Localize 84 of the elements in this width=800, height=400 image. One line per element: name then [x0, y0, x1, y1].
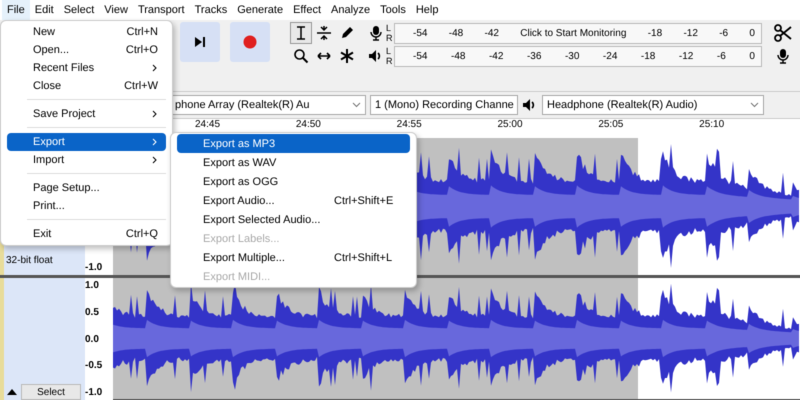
scissors-icon[interactable] [774, 24, 792, 42]
combo-text: 1 (Mono) Recording Channe [375, 99, 514, 111]
menu-item[interactable]: Recent Files [7, 59, 166, 77]
collapse-icon[interactable] [6, 387, 18, 397]
skip-to-end-icon [192, 34, 208, 50]
meter-tick-label: -54 [413, 50, 428, 62]
menu-item[interactable]: Select [58, 0, 100, 20]
menu-item[interactable]: Close Ctrl+W [7, 77, 166, 95]
time-label: 25:10 [699, 119, 726, 131]
channel-label: L [386, 46, 392, 56]
menu-item[interactable]: Exit Ctrl+Q [7, 225, 166, 243]
meter-tick-label: -12 [683, 28, 698, 38]
combo-text: phone Array (Realtek(R) Au [175, 99, 310, 111]
menu-item[interactable]: File [2, 0, 30, 20]
meter-tick-label: -24 [602, 50, 618, 62]
menu-item[interactable]: Generate [232, 0, 288, 20]
meter-tick-label: -48 [448, 28, 464, 38]
skip-to-end-button[interactable] [180, 22, 220, 62]
ruler-label: 0.5 [85, 306, 100, 318]
meter-tick-label: -48 [450, 50, 466, 62]
menu-item[interactable]: Tracks [190, 0, 232, 20]
time-label: 25:00 [497, 119, 524, 131]
meter-tick-label: -30 [564, 50, 580, 62]
menu-item[interactable]: Transport [132, 0, 190, 20]
sample-format-label: 32-bit float [6, 255, 53, 266]
menu-item[interactable]: Help [410, 0, 444, 20]
meter-tick-label: -12 [678, 50, 694, 62]
meter-tick-label: -42 [484, 28, 499, 38]
ruler-label: 0.0 [85, 334, 100, 344]
time-label: 25:05 [598, 119, 624, 131]
menu-item[interactable]: Edit [30, 0, 59, 20]
time-label: 24:50 [296, 119, 322, 131]
meter-tick-label: -18 [648, 28, 662, 38]
zoom-icon [293, 48, 309, 64]
channel-label: L [386, 23, 392, 33]
channel-label: R [386, 33, 394, 43]
menu-item[interactable]: Export Audio... Ctrl+Shift+E [177, 191, 410, 210]
time-label: 24:45 [195, 119, 222, 131]
combo-text: Headphone (Realtek(R) Audio) [547, 99, 698, 111]
meter-tick-label: 0 [749, 50, 755, 62]
meter-tick-label: -54 [413, 28, 428, 38]
menu-item[interactable]: Export [7, 133, 166, 151]
menu-item[interactable]: Page Setup... [7, 179, 166, 197]
asterisk-icon [339, 48, 355, 64]
channels-dropdown[interactable]: 1 (Mono) Recording Channe [370, 95, 518, 115]
menu-item[interactable]: Import [7, 151, 166, 169]
ruler-label: -1.0 [85, 262, 104, 273]
menu-item[interactable]: Export as WAV [177, 153, 410, 172]
level-meter[interactable]: -54 -48 -42 Click to Start Monitoring -18 -12 -6 0 [394, 22, 762, 44]
menu-item[interactable]: Analyze [326, 0, 376, 20]
select-button[interactable]: Select [21, 384, 81, 400]
ruler-label: -1.0 [85, 387, 104, 398]
microphone-icon[interactable] [368, 25, 384, 41]
record-icon [242, 34, 258, 50]
channel-label: R [386, 56, 394, 66]
menu-item[interactable]: New Ctrl+N [7, 23, 166, 41]
menu-item[interactable]: Print... [7, 197, 166, 215]
menu-item[interactable]: View [99, 0, 133, 20]
microphone-icon[interactable] [775, 48, 791, 64]
meter-tick-label: -6 [716, 50, 726, 62]
level-meter[interactable]: -54 -48 -42 -36 -30 -24 -18 -12 -6 0 [394, 46, 762, 66]
menu-item[interactable]: Export as OGG [177, 172, 410, 191]
meter-tick-label: -6 [719, 28, 728, 38]
ruler-label: -0.5 [85, 360, 104, 372]
meter-tick-label: -42 [488, 50, 504, 62]
pencil-icon [339, 25, 355, 41]
input-device-dropdown[interactable]: phone Array (Realtek(R) Au [170, 95, 366, 115]
caret-icon [352, 102, 361, 108]
record-button[interactable] [230, 22, 270, 62]
text-cursor-tool[interactable] [290, 22, 312, 44]
menu-item[interactable]: Effect [288, 0, 326, 20]
monitoring-prompt: Click to Start Monitoring [520, 28, 626, 38]
menu-item[interactable]: Export Selected Audio... [177, 210, 410, 229]
menu-item[interactable]: Tools [375, 0, 411, 20]
meter-tick-label: -18 [640, 50, 656, 62]
meter-tick-label: -36 [526, 50, 542, 62]
ruler-label: 1.0 [85, 280, 100, 291]
menu-item[interactable]: Open... Ctrl+O [7, 41, 166, 59]
time-label: 24:55 [396, 119, 423, 131]
menu-item[interactable]: Export Multiple... Ctrl+Shift+L [177, 248, 410, 267]
meter-tick-label: 0 [749, 28, 755, 38]
menu-item[interactable]: Export as MP3 [177, 134, 410, 153]
caret-icon [750, 102, 759, 108]
output-device-dropdown[interactable]: Headphone (Realtek(R) Audio) [542, 95, 764, 115]
